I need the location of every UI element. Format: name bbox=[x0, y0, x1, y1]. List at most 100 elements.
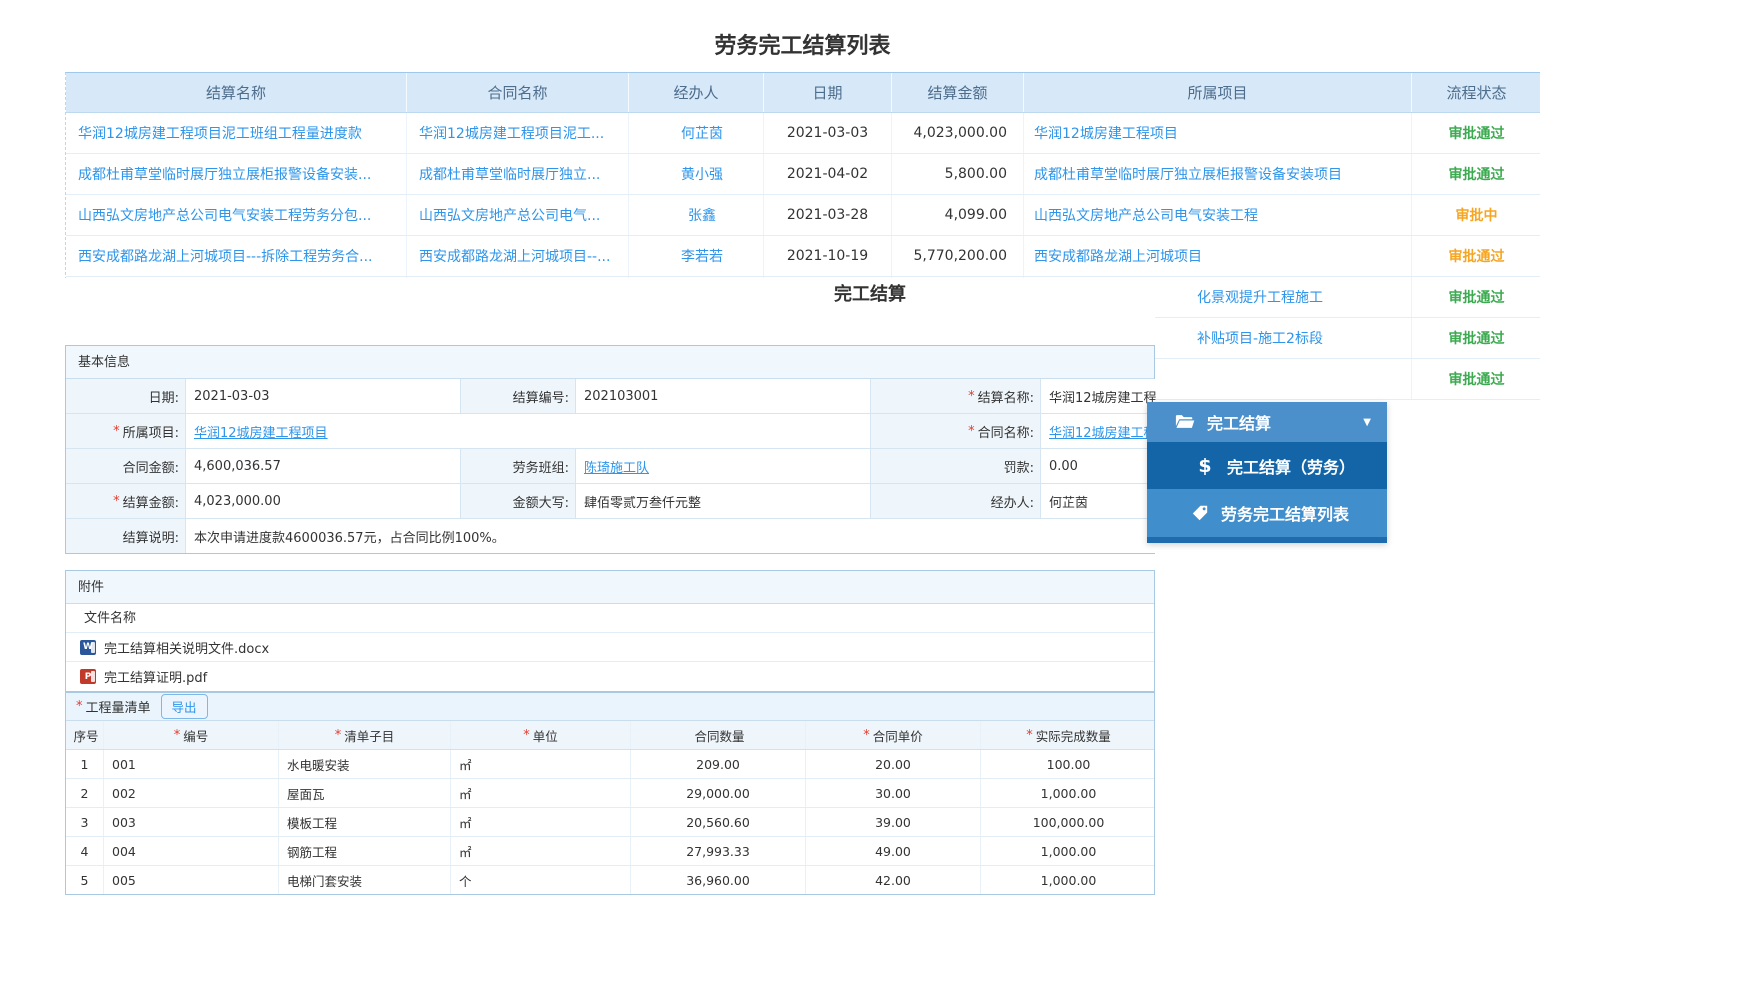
handler-label: 经办人: bbox=[871, 484, 1041, 518]
date-cell: 2021-04-02 bbox=[763, 154, 891, 194]
boq-col-actual-qty: * 实际完成数量 bbox=[1026, 727, 1111, 744]
settlement-name-link[interactable]: 山西弘文房地产总公司电气安装工程劳务分包... bbox=[66, 195, 406, 235]
boq-unit-price: 30.00 bbox=[806, 779, 981, 807]
boq-contract-qty: 20,560.60 bbox=[631, 808, 806, 836]
page-title: 劳务完工结算列表 bbox=[714, 34, 891, 59]
basic-info-header: 基本信息 bbox=[66, 346, 1154, 379]
folder-open-icon bbox=[1175, 414, 1195, 430]
boq-col-index: 序号 bbox=[66, 721, 104, 749]
project-label: * 所属项目: bbox=[66, 414, 186, 448]
handler-link[interactable]: 李若若 bbox=[628, 236, 763, 276]
boq-code: 001 bbox=[104, 750, 279, 778]
boq-contract-qty: 29,000.00 bbox=[631, 779, 806, 807]
table-row[interactable]: 华润12城房建工程项目泥工班组工程量进度款 华润12城房建工程项目泥工... 何… bbox=[66, 113, 1540, 154]
boq-contract-qty: 27,993.33 bbox=[631, 837, 806, 865]
labor-team-label: 劳务班组: bbox=[461, 449, 576, 483]
project-link[interactable]: 西安成都路龙湖上河城项目 bbox=[1023, 236, 1411, 276]
penalty-label: 罚款: bbox=[871, 449, 1041, 483]
menu-bottom-strip bbox=[1147, 537, 1387, 543]
settlement-name-link[interactable]: 成都杜甫草堂临时展厅独立展柜报警设备安装... bbox=[66, 154, 406, 194]
menu-item-label: 完工结算（劳务） bbox=[1227, 457, 1356, 477]
boq-col-unit: * 单位 bbox=[451, 721, 631, 749]
attachments-header: 附件 bbox=[66, 571, 1154, 604]
boq-row: 5 005 电梯门套安装 个 36,960.00 42.00 1,000.00 bbox=[66, 866, 1154, 894]
attachment-row[interactable]: W 完工结算相关说明文件.docx bbox=[66, 633, 1154, 662]
col-header-status: 流程状态 bbox=[1411, 73, 1541, 112]
settlement-name-link[interactable]: 西安成都路龙湖上河城项目---拆除工程劳务合... bbox=[66, 236, 406, 276]
amount-cell: 5,800.00 bbox=[891, 154, 1023, 194]
col-header-settlement-name: 结算名称 bbox=[205, 84, 266, 102]
form-row: 结算说明: 本次申请进度款4600036.57元，占合同比例100%。 bbox=[66, 519, 1156, 553]
settle-amount-label: * 结算金额: bbox=[66, 484, 186, 518]
export-button[interactable]: 导出 bbox=[160, 694, 208, 719]
project-link[interactable]: 山西弘文房地产总公司电气安装工程 bbox=[1023, 195, 1411, 235]
form-row: *所属项目: 华润12城房建工程项目 *合同名称: 华润12城房建工程项目泥工班… bbox=[66, 414, 1156, 449]
status-badge: 审批通过 bbox=[1411, 318, 1541, 358]
boq-code: 004 bbox=[104, 837, 279, 865]
boq-actual-qty: 100,000.00 bbox=[1032, 814, 1105, 830]
menu-item-labor-settlement-list[interactable]: 劳务完工结算列表 bbox=[1147, 489, 1387, 537]
date-cell: 2021-03-03 bbox=[763, 113, 891, 153]
boq-actual-qty: 1,000.00 bbox=[1040, 785, 1097, 801]
handler-link[interactable]: 黄小强 bbox=[628, 154, 763, 194]
attachment-file-name[interactable]: 完工结算相关说明文件.docx bbox=[104, 638, 269, 657]
status-badge: 审批通过 bbox=[1411, 154, 1541, 194]
col-header-project: 所属项目 bbox=[1023, 73, 1411, 112]
contract-name-link[interactable]: 西安成都路龙湖上河城项目--... bbox=[406, 236, 628, 276]
word-file-icon: W bbox=[80, 639, 96, 655]
project-value: 华润12城房建工程项目 bbox=[186, 414, 871, 448]
boq-col-unit-price: * 合同单价 bbox=[806, 721, 981, 749]
form-row: 合同金额: 4,600,036.57 劳务班组: 陈琦施工队 罚款: 0.00 bbox=[66, 449, 1156, 484]
boq-index: 2 bbox=[66, 779, 104, 807]
col-header-amount: 结算金额 bbox=[891, 73, 1023, 112]
note-value: 本次申请进度款4600036.57元，占合同比例100%。 bbox=[186, 519, 1156, 553]
boq-item: 屋面瓦 bbox=[279, 779, 451, 807]
table-row[interactable]: 成都杜甫草堂临时展厅独立展柜报警设备安装... 成都杜甫草堂临时展厅独立... … bbox=[66, 154, 1540, 195]
boq-row: 1 001 水电暖安装 ㎡ 209.00 20.00 100.00 bbox=[66, 750, 1154, 779]
boq-unit: ㎡ bbox=[451, 808, 631, 836]
labor-team-link[interactable]: 陈琦施工队 bbox=[584, 457, 649, 476]
date-cell: 2021-10-19 bbox=[763, 236, 891, 276]
boq-contract-qty: 209.00 bbox=[631, 750, 806, 778]
handler-link[interactable]: 何芷茵 bbox=[628, 113, 763, 153]
boq-unit-price: 49.00 bbox=[806, 837, 981, 865]
attachment-file-name[interactable]: 完工结算证明.pdf bbox=[104, 667, 207, 686]
settlement-name-link[interactable]: 华润12城房建工程项目泥工班组工程量进度款 bbox=[66, 113, 406, 153]
table-row[interactable]: 西安成都路龙湖上河城项目---拆除工程劳务合... 西安成都路龙湖上河城项目--… bbox=[66, 236, 1540, 277]
boq-item: 模板工程 bbox=[279, 808, 451, 836]
project-link[interactable]: 华润12城房建工程项目 bbox=[1023, 113, 1411, 153]
status-badge: 审批中 bbox=[1411, 195, 1541, 235]
boq-item: 钢筋工程 bbox=[279, 837, 451, 865]
boq-unit: ㎡ bbox=[451, 837, 631, 865]
date-cell: 2021-03-28 bbox=[763, 195, 891, 235]
status-badge: 审批通过 bbox=[1411, 236, 1541, 276]
boq-code: 005 bbox=[104, 866, 279, 894]
boq-header-bar: * 工程量清单 导出 bbox=[66, 693, 1154, 721]
col-header-handler: 经办人 bbox=[628, 73, 763, 112]
boq-col-contract-qty: 合同数量 bbox=[631, 721, 806, 749]
boq-row: 4 004 钢筋工程 ㎡ 27,993.33 49.00 1,000.00 bbox=[66, 837, 1154, 866]
col-header-date: 日期 bbox=[763, 73, 891, 112]
boq-row: 2 002 屋面瓦 ㎡ 29,000.00 30.00 1,000.00 bbox=[66, 779, 1154, 808]
contract-name-link[interactable]: 山西弘文房地产总公司电气... bbox=[406, 195, 628, 235]
boq-code: 002 bbox=[104, 779, 279, 807]
menu-item-completion-settlement[interactable]: 完工结算 ▼ bbox=[1147, 402, 1387, 442]
boq-row: 3 003 模板工程 ㎡ 20,560.60 39.00 100,000.00 bbox=[66, 808, 1154, 837]
basic-info-section: 基本信息 日期: 2021-03-03 结算编号: 202103001 * 结算名… bbox=[65, 345, 1156, 554]
status-badge: 审批通过 bbox=[1411, 277, 1541, 317]
table-row[interactable]: 山西弘文房地产总公司电气安装工程劳务分包... 山西弘文房地产总公司电气... … bbox=[66, 195, 1540, 236]
contract-name-link[interactable]: 成都杜甫草堂临时展厅独立... bbox=[406, 154, 628, 194]
settle-no-value: 202103001 bbox=[576, 379, 871, 413]
contract-name-link[interactable]: 华润12城房建工程项目泥工班组工程 bbox=[1049, 422, 1156, 441]
project-link[interactable]: 华润12城房建工程项目 bbox=[194, 422, 328, 441]
menu-item-completion-settlement-labor[interactable]: $ 完工结算（劳务） bbox=[1147, 442, 1387, 489]
project-link[interactable]: 成都杜甫草堂临时展厅独立展柜报警设备安装项目 bbox=[1023, 154, 1411, 194]
contract-name-link[interactable]: 华润12城房建工程项目泥工... bbox=[406, 113, 628, 153]
attachment-row[interactable]: P 完工结算证明.pdf bbox=[66, 662, 1154, 691]
menu-item-label: 完工结算 bbox=[1207, 414, 1272, 433]
boq-actual-qty: 100.00 bbox=[1046, 756, 1091, 772]
attachments-section: 附件 文件名称 W 完工结算相关说明文件.docx P 完工结算证明.pdf bbox=[65, 570, 1155, 692]
amount-words-value: 肆佰零贰万叁仟元整 bbox=[576, 484, 871, 518]
amount-cell: 4,023,000.00 bbox=[891, 113, 1023, 153]
handler-link[interactable]: 张鑫 bbox=[628, 195, 763, 235]
